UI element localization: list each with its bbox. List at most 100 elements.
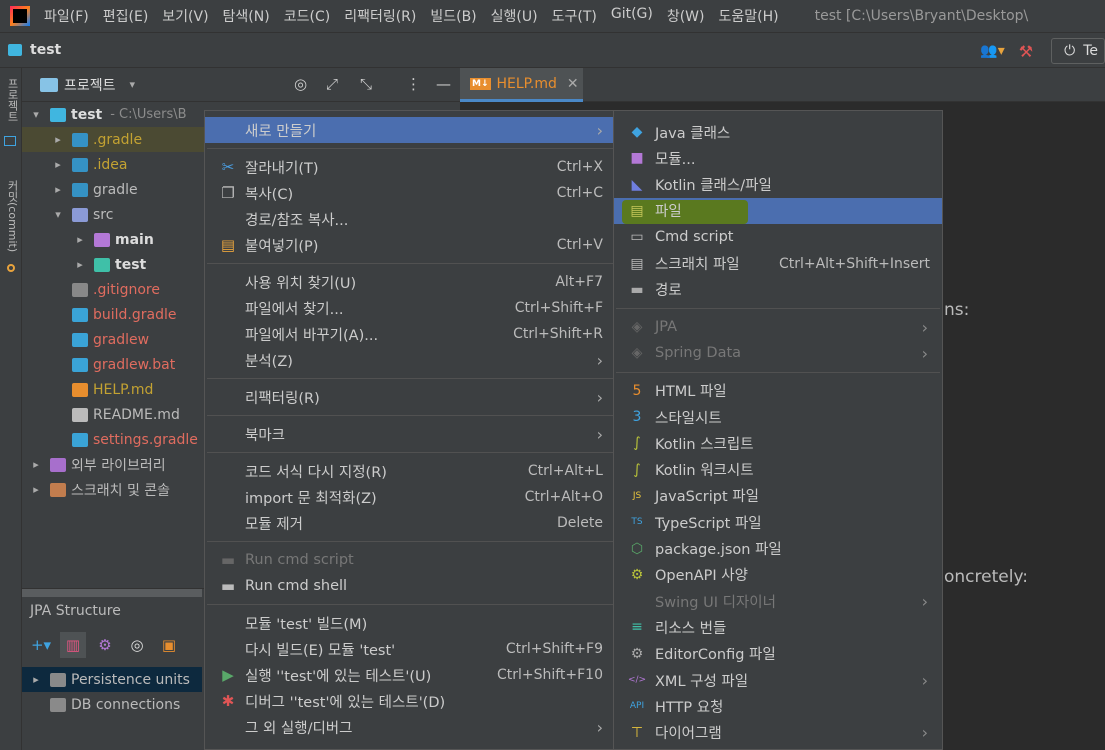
menu-item[interactable]: 리팩터링(R) bbox=[344, 6, 416, 26]
cmd-shell-icon: ▬ bbox=[220, 577, 236, 595]
collapse-all-icon[interactable]: ⤡ bbox=[360, 75, 372, 93]
context-menu-item[interactable]: ▬ Run cmd shell bbox=[205, 573, 615, 599]
chevron-right-icon[interactable]: ▸ bbox=[30, 483, 42, 496]
submenu-item[interactable]: ■ 모듈... bbox=[614, 145, 942, 171]
project-tool-tab[interactable]: 프로젝트 bbox=[2, 78, 20, 122]
context-menu-item[interactable]: 리팩터링(R) › bbox=[205, 384, 615, 410]
project-folder-icon bbox=[8, 44, 22, 56]
chevron-down-icon[interactable]: ▾ bbox=[30, 108, 42, 121]
new-submenu: ◆ Java 클래스 ■ 모듈... ◣ Kotlin 클래스/파일 ▤ 파일 ▭ Cmd scr… bbox=[613, 110, 943, 750]
submenu-item[interactable]: 5 HTML 파일 bbox=[614, 378, 942, 404]
menu-item[interactable]: 빌드(B) bbox=[430, 6, 476, 26]
context-menu-item[interactable]: ✂ 잘라내기(T) Ctrl+X bbox=[205, 154, 615, 180]
jpa-tree-item[interactable]: DB connections bbox=[22, 692, 202, 717]
context-menu-item[interactable]: 북마크 › bbox=[205, 421, 615, 447]
editorconfig-icon: ⚙ bbox=[630, 645, 644, 662]
chevron-right-icon[interactable]: ▸ bbox=[74, 233, 86, 246]
target-icon[interactable]: ◎ bbox=[124, 632, 150, 658]
context-menu-item[interactable]: 코드 서식 다시 지정(R) Ctrl+Alt+L bbox=[205, 458, 615, 484]
submenu-item[interactable]: ∫ Kotlin 스크립트 bbox=[614, 430, 942, 456]
browser-icon[interactable]: ▣ bbox=[156, 632, 182, 658]
context-menu-item[interactable]: 그 외 실행/디버그 › bbox=[205, 714, 615, 740]
context-menu-item[interactable]: 사용 위치 찾기(U) Alt+F7 bbox=[205, 269, 615, 295]
menu-item[interactable]: 편집(E) bbox=[103, 6, 149, 26]
context-menu-item[interactable]: import 문 최적화(Z) Ctrl+Alt+O bbox=[205, 484, 615, 510]
submenu-item[interactable]: ▤ 파일 bbox=[614, 197, 942, 224]
more-options-icon[interactable]: ⋮ bbox=[406, 75, 421, 93]
menu-item-label: 사용 위치 찾기(U) bbox=[245, 275, 357, 292]
submenu-item[interactable]: ▬ 경로 bbox=[614, 277, 942, 303]
submenu-item-label: Kotlin 워크시트 bbox=[655, 463, 754, 480]
submenu-item[interactable]: ▤ 스크래치 파일 Ctrl+Alt+Shift+Insert bbox=[614, 251, 942, 277]
add-icon[interactable]: +▾ bbox=[28, 632, 54, 658]
submenu-item[interactable]: TS TypeScript 파일 bbox=[614, 509, 942, 535]
tab-help-md[interactable]: M↓ HELP.md ✕ bbox=[460, 68, 583, 102]
intellij-logo-icon[interactable] bbox=[10, 6, 30, 26]
chevron-down-icon[interactable]: ▾ bbox=[52, 208, 64, 221]
chevron-right-icon[interactable]: ▸ bbox=[74, 258, 86, 271]
commit-tool-tab[interactable]: 커밋(commit) bbox=[2, 180, 20, 252]
submenu-item[interactable]: ◆ Java 클래스 bbox=[614, 119, 942, 145]
submenu-item[interactable]: API HTTP 요청 bbox=[614, 693, 942, 719]
run-icon: ▶ bbox=[222, 666, 234, 684]
project-view-title[interactable]: 프로젝트 bbox=[64, 75, 116, 95]
chevron-right-icon[interactable]: ▸ bbox=[52, 183, 64, 196]
menu-item[interactable]: 창(W) bbox=[667, 6, 705, 26]
nav-project-name[interactable]: test bbox=[30, 42, 61, 58]
close-icon[interactable]: ✕ bbox=[567, 76, 579, 92]
context-menu-item[interactable]: 분석(Z) › bbox=[205, 347, 615, 373]
menu-item[interactable]: 도움말(H) bbox=[719, 6, 779, 26]
context-menu-item[interactable]: 모듈 'test' 빌드(M) bbox=[205, 610, 615, 636]
tree-item-label: 스크래치 및 콘솔 bbox=[71, 482, 171, 499]
css-icon: 3 bbox=[632, 409, 642, 425]
submenu-item[interactable]: 3 스타일시트 bbox=[614, 404, 942, 430]
context-menu-item[interactable]: ✱ 디버그 ''test'에 있는 테스트'(D) bbox=[205, 688, 615, 714]
menu-item[interactable]: 실행(U) bbox=[491, 6, 538, 26]
context-menu-item[interactable]: ❐ 복사(C) Ctrl+C bbox=[205, 180, 615, 206]
build-hammer-icon[interactable]: ⚒ bbox=[1019, 42, 1033, 61]
menu-item[interactable]: 탐색(N) bbox=[223, 6, 270, 26]
gradle-folder-icon bbox=[72, 132, 88, 147]
submenu-item[interactable]: ⚙ OpenAPI 사양 bbox=[614, 562, 942, 588]
expand-all-icon[interactable]: ⤢ bbox=[326, 75, 338, 93]
context-menu-item[interactable]: 파일에서 바꾸기(A)... Ctrl+Shift+R bbox=[205, 321, 615, 347]
submenu-item[interactable]: </> XML 구성 파일 › bbox=[614, 667, 942, 693]
chevron-right-icon[interactable]: ▸ bbox=[30, 673, 42, 686]
context-menu-item[interactable]: 다시 빌드(E) 모듈 'test' Ctrl+Shift+F9 bbox=[205, 636, 615, 662]
menu-item[interactable]: 보기(V) bbox=[162, 6, 208, 26]
context-menu-item[interactable]: ▶ 실행 ''test'에 있는 테스트'(U) Ctrl+Shift+F10 bbox=[205, 662, 615, 688]
settings-gear-icon[interactable]: ⚙ bbox=[92, 632, 118, 658]
menu-item-label: 경로/참조 복사... bbox=[245, 212, 349, 229]
target-icon[interactable]: ◎ bbox=[294, 75, 307, 93]
menu-item[interactable]: 코드(C) bbox=[284, 6, 330, 26]
horizontal-scrollbar[interactable] bbox=[22, 589, 202, 597]
context-menu-item[interactable]: 경로/참조 복사... bbox=[205, 206, 615, 232]
context-menu-item[interactable]: 새로 만들기 › bbox=[205, 117, 615, 143]
menu-item[interactable]: Git(G) bbox=[611, 6, 653, 26]
menu-item[interactable]: 도구(T) bbox=[552, 6, 597, 26]
submenu-item[interactable]: ⬡ package.json 파일 bbox=[614, 536, 942, 562]
submenu-item[interactable]: JS JavaScript 파일 bbox=[614, 483, 942, 509]
chevron-down-icon[interactable]: ▾ bbox=[130, 78, 136, 91]
context-menu-item[interactable]: 모듈 제거 Delete bbox=[205, 510, 615, 536]
user-icon[interactable]: 👥▾ bbox=[980, 43, 1004, 59]
chevron-right-icon[interactable]: ▸ bbox=[52, 158, 64, 171]
jpa-tree-item[interactable]: ▸ Persistence units bbox=[22, 667, 202, 692]
submenu-item[interactable]: ◣ Kotlin 클래스/파일 bbox=[614, 172, 942, 198]
run-config-selector[interactable]: ⏻ Te bbox=[1051, 38, 1105, 64]
submenu-item-label: JPA bbox=[655, 319, 678, 336]
submenu-item[interactable]: ∫ Kotlin 워크시트 bbox=[614, 457, 942, 483]
menu-item[interactable]: 파일(F) bbox=[44, 6, 89, 26]
entity-icon[interactable]: ▥ bbox=[60, 632, 86, 658]
chevron-right-icon[interactable]: ▸ bbox=[30, 458, 42, 471]
minimize-icon[interactable]: — bbox=[436, 75, 451, 93]
submenu-item[interactable]: ⊤ 다이어그램 › bbox=[614, 720, 942, 746]
context-menu-item[interactable]: 파일에서 찾기... Ctrl+Shift+F bbox=[205, 295, 615, 321]
chevron-right-icon[interactable]: ▸ bbox=[52, 133, 64, 146]
submenu-item[interactable]: ⚙ EditorConfig 파일 bbox=[614, 641, 942, 667]
shortcut-label: Ctrl+V bbox=[556, 237, 603, 253]
submenu-item[interactable]: ≡ 리소스 번들 bbox=[614, 614, 942, 640]
tree-item-label: test bbox=[71, 106, 103, 123]
context-menu-item[interactable]: ▤ 붙여넣기(P) Ctrl+V bbox=[205, 232, 615, 258]
submenu-item[interactable]: ▭ Cmd script bbox=[614, 224, 942, 250]
